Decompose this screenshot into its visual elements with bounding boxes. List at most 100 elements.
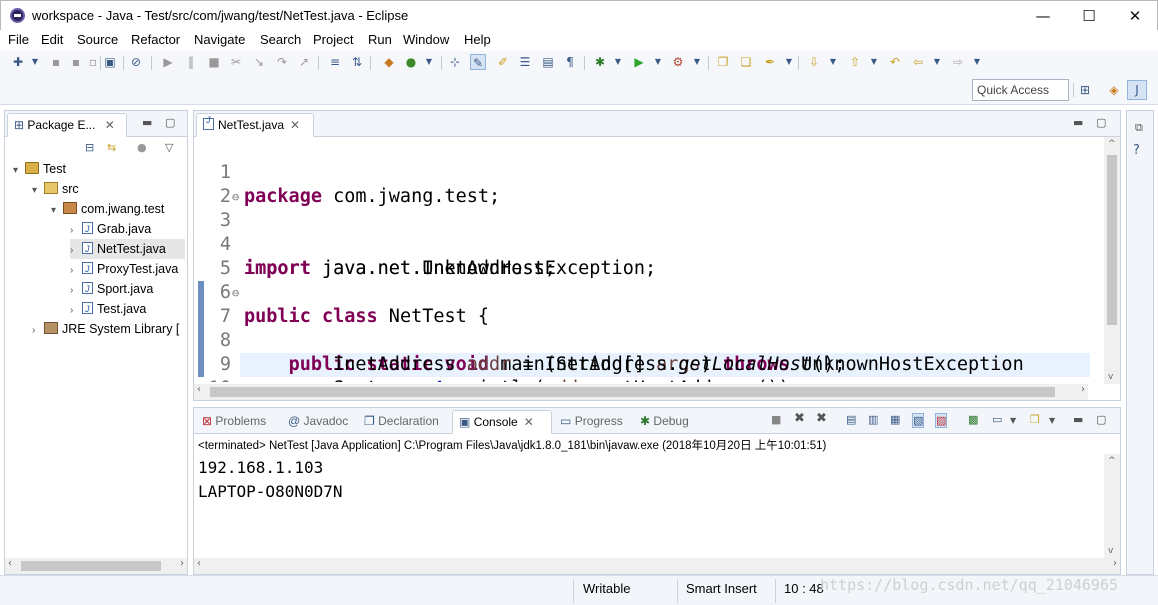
dropdown-icon[interactable]: ▼	[30, 54, 40, 70]
display-console-icon[interactable]: ▭	[992, 413, 1002, 426]
expand-icon[interactable]: ›	[70, 281, 82, 301]
scrollbar-thumb[interactable]	[210, 387, 1055, 397]
horizontal-scrollbar[interactable]: ‹ ›	[194, 384, 1088, 400]
pen-icon[interactable]: ✒	[762, 54, 778, 70]
menu-run[interactable]: Run	[368, 32, 392, 47]
minimize-icon[interactable]: ▬	[1073, 116, 1083, 129]
tab-javadoc[interactable]: @ Javadoc	[282, 410, 354, 434]
help-icon[interactable]: ?	[1133, 143, 1140, 158]
resume-icon[interactable]: ▶	[160, 54, 176, 70]
suspend-icon[interactable]: ‖	[183, 54, 199, 70]
tab-problems[interactable]: ⊠ Problems	[196, 410, 272, 434]
remove-launch-icon[interactable]: ✖	[794, 411, 805, 426]
restore-icon[interactable]: ⧉	[1135, 121, 1143, 135]
scroll-right-icon[interactable]: ›	[1113, 558, 1117, 569]
tree-item-file[interactable]: › Test.java	[70, 299, 146, 319]
minimize-icon[interactable]: ▬	[1073, 413, 1083, 426]
tab-nettest-java[interactable]: NetTest.java ✕	[196, 113, 314, 137]
terminate-icon[interactable]: ■	[771, 413, 781, 426]
vertical-scrollbar[interactable]: ^ v	[1104, 454, 1120, 558]
menu-refactor[interactable]: Refactor	[131, 32, 180, 47]
step-into-icon[interactable]: ↘	[251, 54, 267, 70]
collapse-all-icon[interactable]: ⊟	[85, 141, 94, 154]
tree-item-file[interactable]: › ProxyTest.java	[70, 259, 178, 279]
expand-icon[interactable]: ›	[70, 221, 82, 241]
save-icon[interactable]: ▪	[48, 54, 64, 70]
new-class-icon[interactable]: ●	[403, 54, 419, 70]
drop-frame-icon[interactable]: ⇅	[349, 54, 365, 70]
open-perspective-icon[interactable]: ⊞	[1075, 80, 1095, 100]
maximize-icon[interactable]: ▢	[165, 116, 175, 129]
terminate-icon[interactable]: ■	[206, 54, 222, 70]
menu-source[interactable]: Source	[77, 32, 118, 47]
scroll-right-icon[interactable]: ›	[180, 558, 184, 569]
java-perspective-icon[interactable]: J	[1127, 80, 1147, 100]
expand-icon[interactable]: ›	[32, 321, 44, 341]
block-selection-icon[interactable]: ▤	[540, 54, 556, 70]
maximize-button[interactable]: ☐	[1066, 4, 1112, 28]
scroll-lock-icon[interactable]: ▥	[868, 413, 878, 426]
last-edit-icon[interactable]: ↶	[887, 54, 903, 70]
show-on-stderr-icon[interactable]: ▨	[935, 413, 948, 428]
expand-icon[interactable]: ›	[70, 301, 82, 321]
minimize-icon[interactable]: ▬	[142, 116, 152, 129]
dropdown-icon[interactable]: ▼	[869, 54, 879, 70]
open-console-icon[interactable]: ❐	[1030, 413, 1040, 426]
dropdown-icon[interactable]: ▼	[613, 54, 623, 70]
toggle-breadcrumb-icon[interactable]: ✐	[495, 54, 511, 70]
tab-progress[interactable]: ▭ Progress	[554, 410, 629, 434]
new-icon[interactable]: ✚	[10, 54, 26, 70]
scroll-left-icon[interactable]: ‹	[197, 384, 201, 395]
remove-all-icon[interactable]: ✖	[816, 411, 827, 426]
clear-console-icon[interactable]: ▤	[846, 413, 856, 426]
fold-icon[interactable]: ⊖	[232, 281, 239, 305]
scroll-right-icon[interactable]: ›	[1081, 384, 1085, 395]
scroll-up-icon[interactable]: ^	[1108, 139, 1116, 149]
step-over-icon[interactable]: ↷	[274, 54, 290, 70]
scrollbar-thumb[interactable]	[1107, 155, 1117, 325]
tree-item-jre-library[interactable]: › JRE System Library [	[32, 319, 179, 339]
close-icon[interactable]: ✕	[290, 118, 300, 132]
use-step-filters-icon[interactable]: ≡	[327, 54, 343, 70]
tab-package-explorer[interactable]: ⊞ Package E... ✕	[7, 113, 127, 137]
scroll-up-icon[interactable]: ^	[1108, 456, 1116, 466]
save-all-icon[interactable]: ▪	[68, 54, 84, 70]
dropdown-icon[interactable]: ▼	[932, 54, 942, 70]
dropdown-icon[interactable]: ▼	[828, 54, 838, 70]
show-on-stdout-icon[interactable]: ▧	[912, 413, 925, 428]
tree-item-src[interactable]: ▾ src	[32, 179, 79, 199]
menu-project[interactable]: Project	[313, 32, 353, 47]
menu-navigate[interactable]: Navigate	[194, 32, 245, 47]
menu-file[interactable]: File	[8, 32, 29, 47]
menu-help[interactable]: Help	[464, 32, 491, 47]
tree-item-file[interactable]: › Grab.java	[70, 219, 151, 239]
tree-item-package[interactable]: ▾ com.jwang.test	[51, 199, 164, 219]
expand-icon[interactable]: ▾	[13, 161, 25, 181]
dropdown-icon[interactable]: ▼	[424, 54, 434, 70]
tree-item-file[interactable]: › Sport.java	[70, 279, 153, 299]
vertical-scrollbar[interactable]: ^ v	[1104, 137, 1120, 384]
open-task-icon[interactable]: ❏	[738, 54, 754, 70]
close-icon[interactable]: ✕	[105, 118, 115, 132]
minimize-button[interactable]: —	[1020, 4, 1066, 28]
external-tools-icon[interactable]: ⚙	[670, 54, 686, 70]
step-return-icon[interactable]: ↗	[296, 54, 312, 70]
pin-console-icon[interactable]: ▩	[968, 413, 978, 426]
show-whitespace-icon[interactable]: ¶	[562, 54, 578, 70]
disconnect-icon[interactable]: ✂	[228, 54, 244, 70]
menu-edit[interactable]: Edit	[41, 32, 63, 47]
forward-icon[interactable]: ⇨	[950, 54, 966, 70]
fold-icon[interactable]: ⊖	[232, 185, 239, 209]
next-annotation-icon[interactable]: ⇩	[806, 54, 822, 70]
back-icon[interactable]: ⇦	[910, 54, 926, 70]
terminal-icon[interactable]: ▣	[102, 54, 118, 70]
code-area[interactable]: 1 package com.jwang.test; 2 3 ⊖ import j…	[194, 137, 1104, 382]
maximize-icon[interactable]: ▢	[1096, 413, 1106, 426]
package-icon[interactable]: ◆	[381, 54, 397, 70]
tab-debug[interactable]: ✱ Debug	[634, 410, 695, 434]
tree-item-project[interactable]: ▾ Test	[13, 159, 66, 179]
search-icon[interactable]: ☰	[517, 54, 533, 70]
scroll-down-icon[interactable]: v	[1108, 546, 1113, 556]
expand-icon[interactable]: ▾	[32, 181, 44, 201]
open-type-icon[interactable]: ⊹	[447, 54, 463, 70]
